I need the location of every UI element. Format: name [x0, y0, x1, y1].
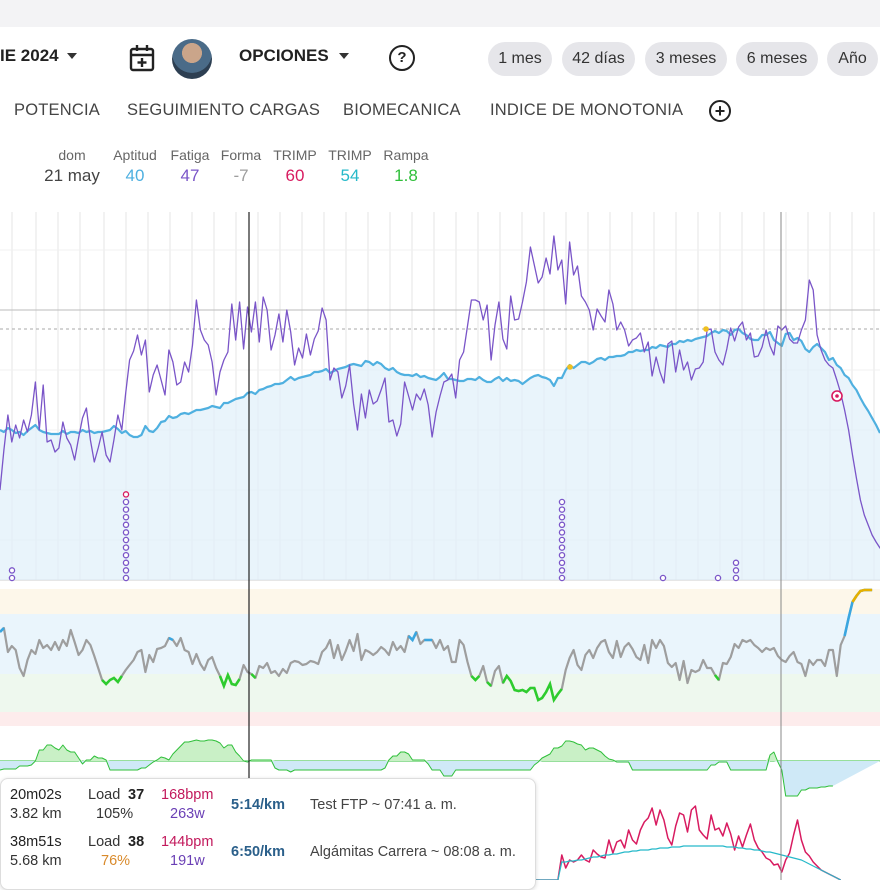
activity-dot: [122, 559, 130, 567]
activity-2-load: 38: [128, 834, 145, 850]
activity-dot: [122, 536, 130, 544]
activity-1-pace: 5:14/km: [231, 797, 286, 813]
activity-dot: [558, 544, 566, 551]
activity-2-hr: 144bpm: [161, 834, 214, 850]
activity-dot: [558, 551, 566, 559]
activity-dot: [732, 574, 740, 582]
activity-dot: [558, 536, 566, 544]
race-marker-center: [835, 394, 839, 398]
activity-1-distance: 3.82 km: [10, 806, 62, 822]
activity-dot: [558, 529, 566, 536]
activity-dot: [122, 544, 130, 551]
activity-1-load: 37: [128, 787, 145, 803]
activity-dot: [659, 574, 667, 582]
activity-2-power: 191w: [170, 853, 205, 869]
activity-tooltip: [0, 778, 536, 890]
activity-1-hr: 168bpm: [161, 787, 214, 803]
activity-1-power: 263w: [170, 806, 205, 822]
activity-dot: [8, 574, 16, 582]
activity-dot: [558, 513, 566, 521]
activity-2-intensity: 76%: [101, 853, 131, 869]
aptitud-area: [0, 329, 880, 580]
activity-dot: [122, 574, 130, 582]
activity-dot: [122, 491, 130, 498]
forma-zone-red: [0, 712, 880, 726]
activity-2-name[interactable]: Algámitas Carrera ~ 08:08 a. m.: [310, 844, 516, 860]
rampa-area: [0, 740, 880, 761]
activity-dot: [732, 559, 740, 567]
event-marker: [567, 364, 573, 370]
activity-2-distance: 5.68 km: [10, 853, 62, 869]
activity-1-intensity: 105%: [96, 806, 134, 822]
activity-dot: [122, 551, 130, 559]
activity-dot: [122, 513, 130, 521]
forma-zone-green: [0, 674, 880, 712]
activity-dot: [558, 521, 566, 529]
activity-1-duration: 20m02s: [10, 787, 62, 803]
fitness-chart[interactable]: [0, 0, 880, 880]
forma-zone-blue: [0, 614, 880, 674]
activity-2-load-label: Load: [88, 834, 121, 850]
activity-dot: [122, 529, 130, 536]
activity-dot: [8, 567, 16, 574]
activity-dot: [558, 506, 566, 513]
activity-1-load-label: Load: [88, 787, 121, 803]
activity-1-name[interactable]: Test FTP ~ 07:41 a. m.: [310, 797, 457, 813]
activity-dot: [122, 506, 130, 513]
activity-2-pace: 6:50/km: [231, 844, 286, 860]
activity-dot: [714, 574, 722, 582]
activity-dot: [558, 574, 566, 582]
activity-dot: [558, 498, 566, 506]
forma-zone-orange: [0, 589, 880, 614]
activity-dot: [558, 559, 566, 567]
activity-dot: [122, 498, 130, 506]
activity-dot: [732, 567, 740, 574]
event-marker: [703, 326, 709, 332]
activity-dot: [122, 567, 130, 574]
activity-dot: [558, 567, 566, 574]
activity-dot: [122, 521, 130, 529]
activity-2-duration: 38m51s: [10, 834, 62, 850]
